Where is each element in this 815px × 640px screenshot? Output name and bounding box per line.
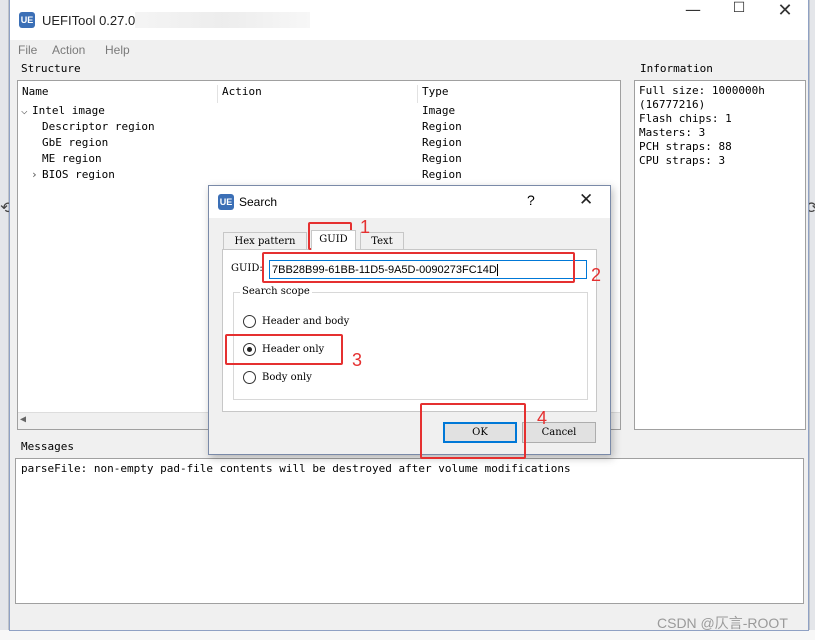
annotation-number-4: 4 [537,408,548,428]
tree-item-name: Intel image [32,104,105,117]
app-icon: UE [19,12,35,28]
cancel-button[interactable]: Cancel [522,422,596,443]
info-line: CPU straps: 3 [639,154,726,167]
desktop-edge-left [0,0,9,640]
info-line: Full size: 1000000h [639,84,765,97]
tree-row-bios-region[interactable]: › BIOS region Region [18,168,618,184]
tree-row-intel-image[interactable]: ⌵ Intel image Image [18,104,618,120]
info-line: Flash chips: 1 [639,112,732,125]
tree-row-descriptor-region[interactable]: Descriptor region Region [18,120,618,136]
info-line: Masters: 3 [639,126,706,139]
help-button[interactable]: ? [527,192,535,208]
guid-label: GUID: [231,263,263,274]
tab-hex-pattern[interactable]: Hex pattern [223,232,307,250]
column-header-name[interactable]: Name [18,85,218,103]
dialog-title-bar[interactable]: UE Search ? ✕ [209,186,610,218]
blurred-title-area [135,12,310,28]
radio-button[interactable] [243,371,256,384]
search-scope-title: Search scope [240,286,312,297]
tree-item-type: Region [422,136,462,149]
info-line: PCH straps: 88 [639,140,732,153]
column-header-type[interactable]: Type [418,85,613,103]
radio-label: Body only [262,372,312,383]
watermark: CSDN @仄言-ROOT [657,615,788,631]
messages-group-title: Messages [20,440,75,453]
scroll-left-arrow-icon[interactable]: ◀ [20,414,26,425]
annotation-box-2 [262,252,575,283]
radio-label: Header and body [262,316,350,327]
information-panel[interactable]: Full size: 1000000h (16777216) Flash chi… [634,80,806,430]
menu-help[interactable]: Help [105,43,130,57]
tree-row-gbe-region[interactable]: GbE region Region [18,136,618,152]
column-header-action[interactable]: Action [218,85,418,103]
messages-list[interactable]: parseFile: non-empty pad-file contents w… [15,458,804,604]
window-title: UEFITool 0.27.0 [42,13,136,28]
message-line[interactable]: parseFile: non-empty pad-file contents w… [21,462,798,475]
tree-item-name: GbE region [42,136,109,149]
annotation-number-3: 3 [352,350,363,370]
tree-item-name: ME region [42,152,102,165]
menu-bar: File Action Help [10,40,808,62]
structure-group-title: Structure [20,62,82,75]
information-group-title: Information [639,62,714,75]
tree-item-type: Region [422,152,462,165]
desktop-edge-right [809,0,815,640]
search-dialog: UE Search ? ✕ Hex pattern GUID Text GUID… [208,185,611,455]
close-dialog-button[interactable]: ✕ [579,190,593,210]
tree-item-type: Region [422,168,462,181]
expand-chevron-icon[interactable]: ⌵ [21,104,28,117]
annotation-number-1: 1 [360,217,371,237]
tree-item-name: BIOS region [42,168,115,181]
title-bar[interactable]: UE UEFITool 0.27.0 — ☐ ✕ [10,0,808,40]
maximize-button[interactable]: ☐ [716,0,762,40]
annotation-number-2: 2 [591,265,602,285]
tree-item-type: Region [422,120,462,133]
minimize-button[interactable]: — [670,0,716,40]
annotation-box-4 [420,403,526,459]
tab-guid[interactable]: GUID [311,230,356,250]
menu-action[interactable]: Action [52,43,85,57]
info-line: (16777216) [639,98,706,111]
information-group: Information Full size: 1000000h (1677721… [634,62,806,430]
dialog-title: Search [239,195,278,209]
tree-item-name: Descriptor region [42,120,155,133]
app-icon: UE [218,194,234,210]
annotation-box-3 [225,334,343,365]
tree-item-type: Image [422,104,456,117]
tree-row-me-region[interactable]: ME region Region [18,152,618,168]
messages-group: Messages parseFile: non-empty pad-file c… [15,440,806,606]
close-window-button[interactable]: ✕ [762,0,808,40]
radio-button[interactable] [243,315,256,328]
collapse-chevron-icon[interactable]: › [31,168,38,181]
menu-file[interactable]: File [18,43,37,57]
